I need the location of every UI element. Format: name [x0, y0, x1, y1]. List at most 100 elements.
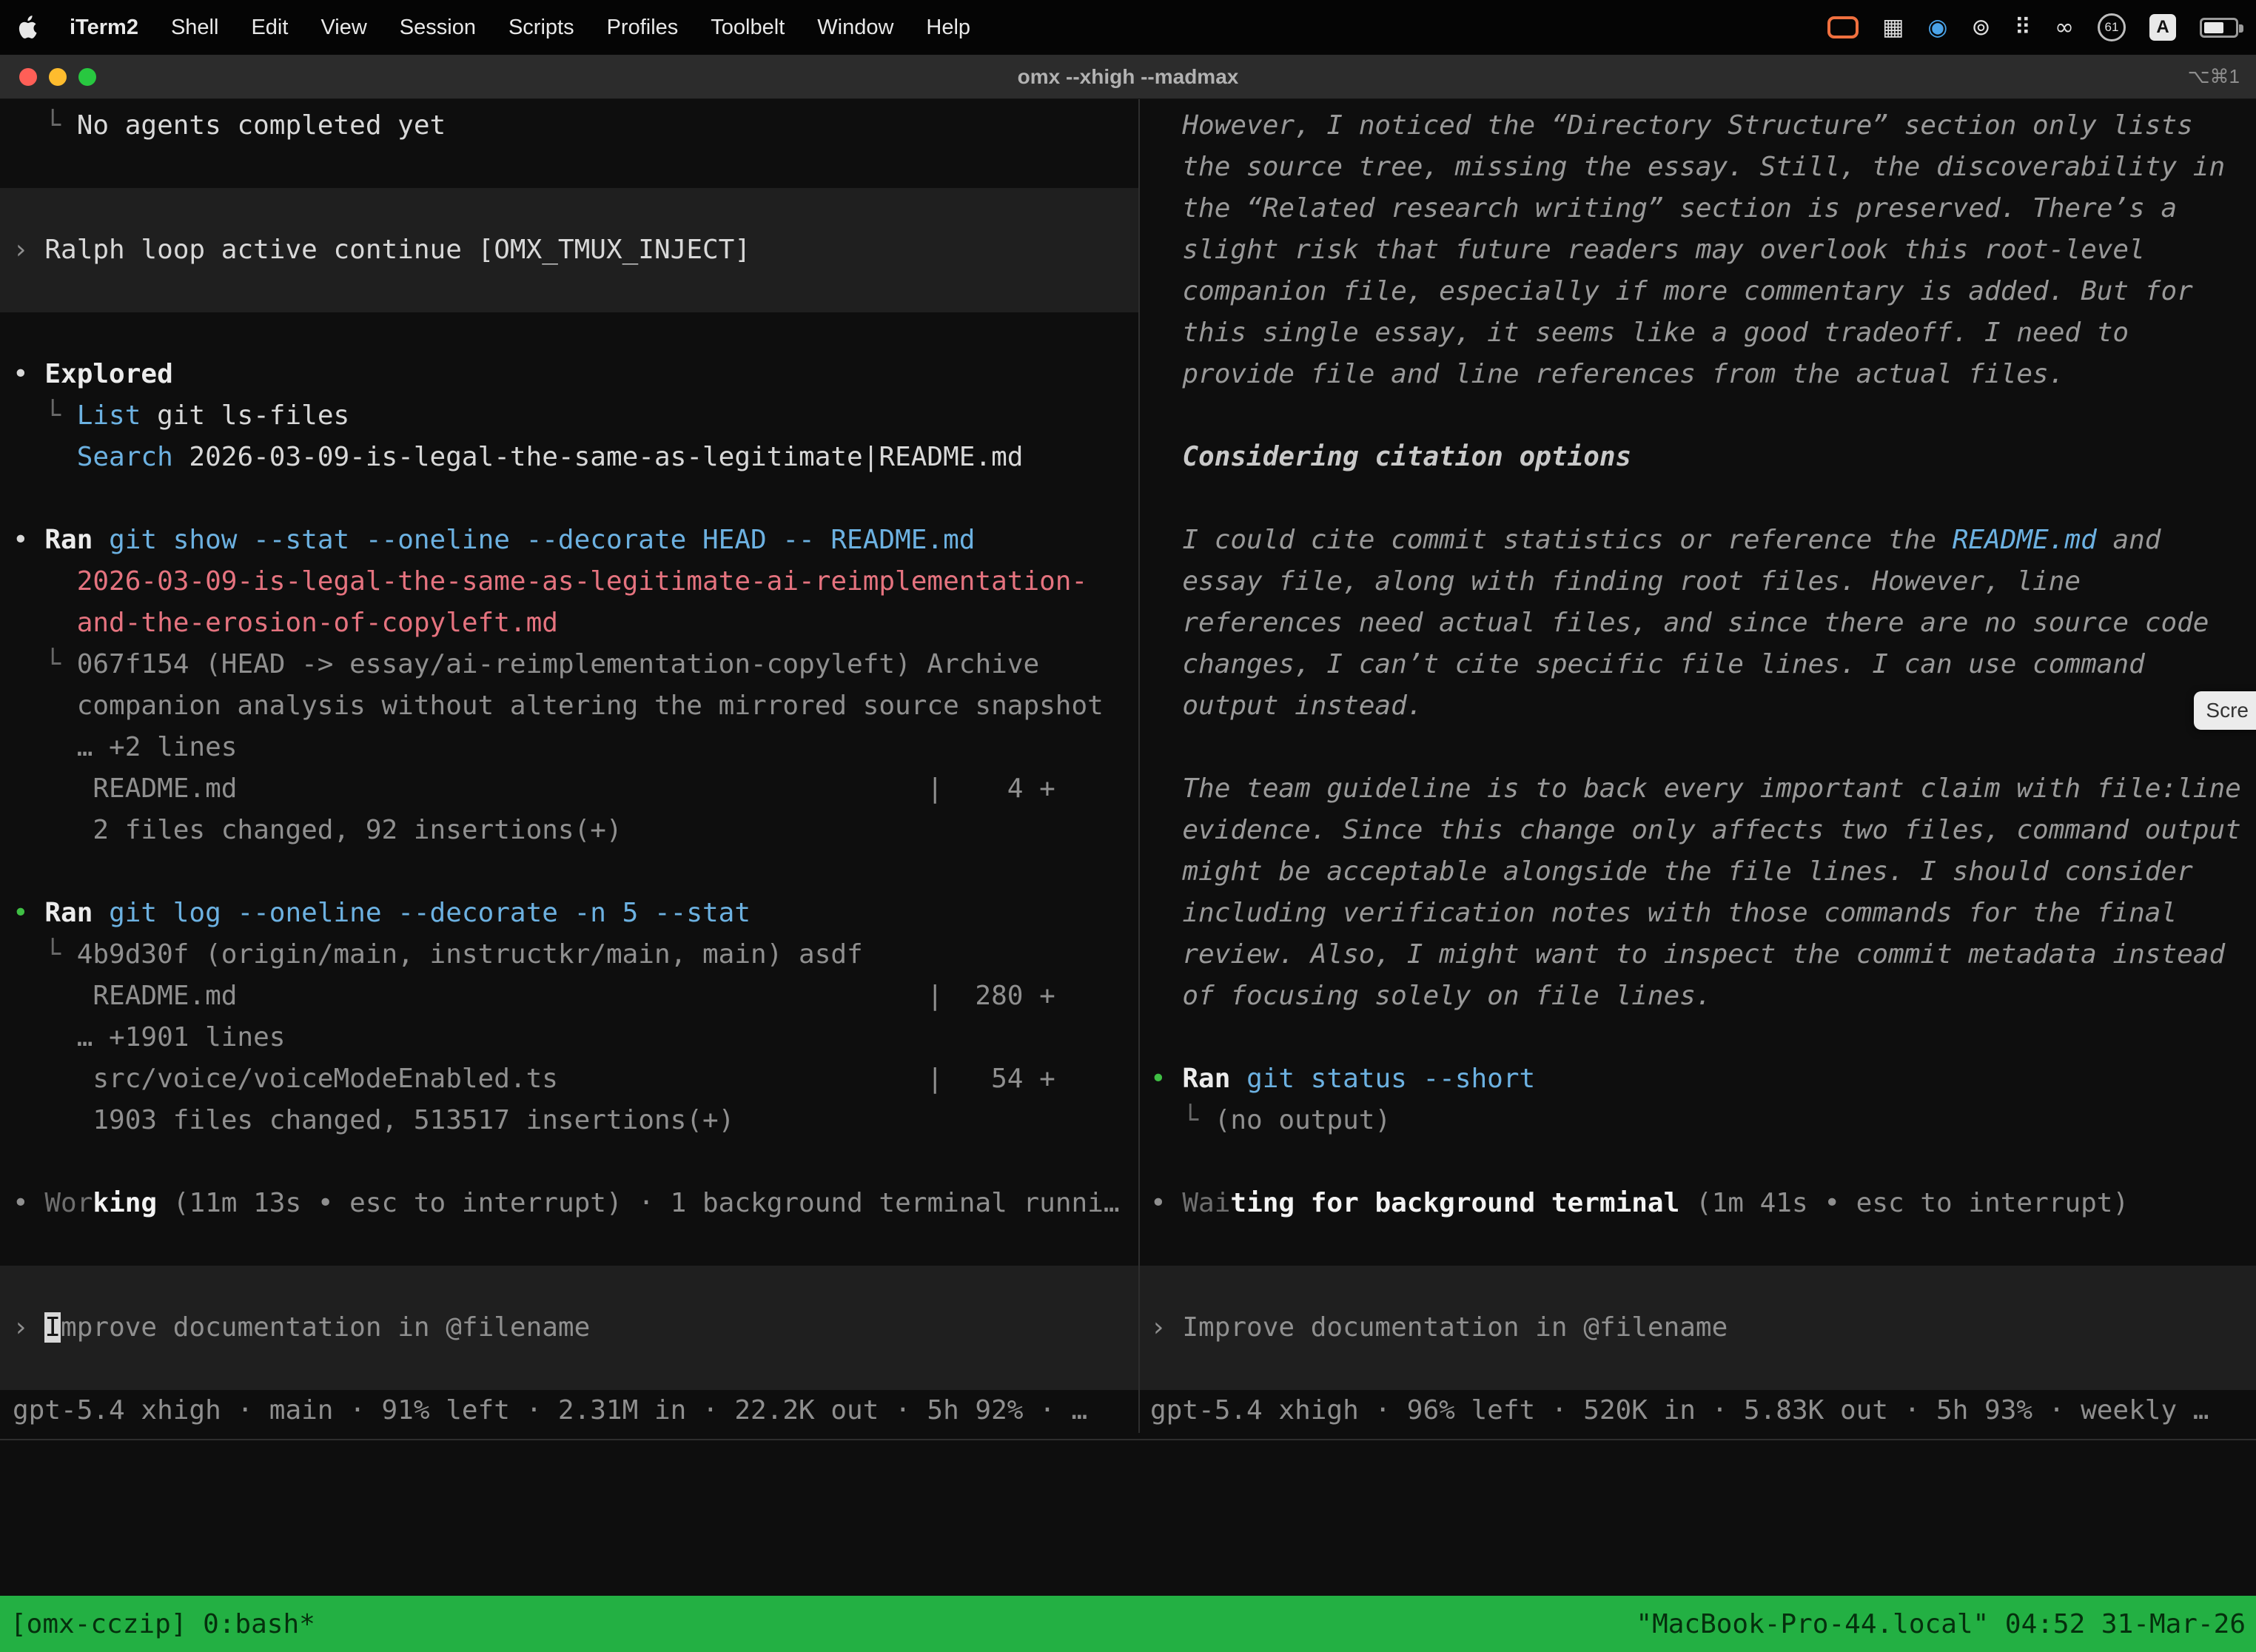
menu-item-session[interactable]: Session — [400, 16, 476, 40]
close-button[interactable] — [19, 68, 37, 86]
text-segment: Wor — [44, 1188, 93, 1218]
loop-app-icon[interactable]: ∞ — [2055, 16, 2074, 39]
text-segment: • — [1150, 1188, 1182, 1218]
text-segment: The team guideline is to back every impo… — [1150, 773, 2241, 804]
text-segment: review. Also, I might want to inspect th… — [1150, 939, 2225, 970]
terminal-blank-line — [0, 147, 1138, 188]
text-segment: 2026-03-09-is-legal-the-same-as-legitima… — [173, 442, 1024, 472]
terminal-blank-line — [1140, 395, 2256, 437]
text-segment: › — [13, 1312, 44, 1343]
terminal-line: … +2 lines — [0, 727, 1138, 768]
terminal-blank-line — [0, 312, 1138, 354]
right-pane[interactable]: However, I noticed the “Directory Struct… — [1140, 99, 2256, 1433]
terminal-line: essay file, along with finding root file… — [1140, 561, 2256, 602]
terminal-blank-line — [1140, 1141, 2256, 1183]
text-segment: └ — [13, 649, 77, 679]
text-segment: No agents completed yet — [77, 110, 446, 141]
dots-grid-icon[interactable]: ⠿ — [2014, 16, 2031, 39]
percent-badge-icon[interactable]: 61 — [2098, 13, 2126, 41]
battery-fill — [2204, 22, 2223, 33]
menu-item-view[interactable]: View — [320, 16, 366, 40]
terminal-line: companion file, especially if more comme… — [1140, 271, 2256, 312]
text-segment: and — [2097, 525, 2161, 555]
text-segment: slight risk that future readers may over… — [1150, 235, 2145, 265]
terminal-line: … +1901 lines — [0, 1017, 1138, 1058]
terminal-line: › Improve documentation in @filename — [1140, 1307, 2256, 1349]
terminal-line: output instead. — [1140, 685, 2256, 727]
text-segment: mprove documentation in @filename — [61, 1312, 590, 1343]
terminal-line: companion analysis without altering the … — [0, 685, 1138, 727]
terminal-line: • Ran git log --oneline --decorate -n 5 … — [0, 893, 1138, 934]
left-pane[interactable]: └ No agents completed yet › Ralph loop ac… — [0, 99, 1138, 1433]
text-segment: • — [13, 898, 44, 928]
text-segment: companion file, especially if more comme… — [1150, 276, 2193, 306]
keyboard-layout-icon[interactable]: A — [2149, 14, 2176, 41]
screen-share-pill[interactable]: Scre — [2194, 691, 2256, 730]
terminal-line: • Ran git status --short — [1140, 1058, 2256, 1100]
prompt-input[interactable]: › Improve documentation in @filename — [1140, 1266, 2256, 1390]
user-message-box: › Ralph loop active continue [OMX_TMUX_I… — [0, 188, 1138, 312]
terminal-line: › Ralph loop active continue [OMX_TMUX_I… — [0, 229, 1138, 271]
text-segment: changes, I can’t cite specific file line… — [1150, 649, 2145, 679]
terminal-line: the “Related research writing” section i… — [1140, 188, 2256, 229]
text-segment: ting for background terminal — [1230, 1188, 1679, 1218]
terminal-line: might be acceptable alongside the file l… — [1140, 851, 2256, 893]
text-segment: › — [13, 235, 44, 265]
text-segment: › Improve documentation in @filename — [1150, 1312, 1728, 1343]
text-segment: 4b9d30f (origin/main, instructkr/main, m… — [77, 939, 863, 970]
menu-item-toolbelt[interactable]: Toolbelt — [711, 16, 785, 40]
text-segment: • — [1150, 1064, 1182, 1094]
text-segment: README.md — [1953, 525, 2097, 555]
text-segment: Ralph loop active continue [OMX_TMUX_INJ… — [44, 235, 751, 265]
text-segment: (11m 13s • esc to interrupt) · 1 backgro… — [157, 1188, 1119, 1218]
terminal-blank-line — [1140, 1224, 2256, 1266]
terminal-line: slight risk that future readers may over… — [1140, 229, 2256, 271]
menu-item-edit[interactable]: Edit — [251, 16, 288, 40]
window-shortcut-badge: ⌥⌘1 — [2188, 65, 2240, 88]
text-segment: the “Related research writing” section i… — [1150, 193, 2177, 224]
minimize-button[interactable] — [49, 68, 67, 86]
menu-item-profiles[interactable]: Profiles — [607, 16, 679, 40]
menu-item-iterm2[interactable]: iTerm2 — [70, 16, 138, 40]
text-segment: king — [93, 1188, 157, 1218]
zoom-button[interactable] — [78, 68, 96, 86]
screen-recording-indicator-icon[interactable] — [1827, 16, 1859, 38]
text-segment: Search — [77, 442, 173, 472]
dark-swirl-app-icon[interactable]: ⊚ — [1971, 16, 1990, 39]
menu-item-help[interactable]: Help — [926, 16, 970, 40]
prompt-input[interactable]: › Improve documentation in @filename — [0, 1266, 1138, 1390]
text-segment: └ — [1150, 1105, 1215, 1135]
terminal-line: └ 067f154 (HEAD -> essay/ai-reimplementa… — [0, 644, 1138, 685]
terminal-line: README.md | 280 + — [0, 976, 1138, 1017]
terminal-line: 1903 files changed, 513517 insertions(+) — [0, 1100, 1138, 1141]
window-titlebar[interactable]: omx --xhigh --madmax ⌥⌘1 — [0, 55, 2256, 99]
text-segment: gpt-5.4 xhigh · main · 91% left · 2.31M … — [13, 1395, 1087, 1426]
grid-app-icon[interactable]: ▦ — [1882, 16, 1904, 39]
terminal-line: └ No agents completed yet — [0, 105, 1138, 147]
text-segment: this single essay, it seems like a good … — [1150, 318, 2129, 348]
apple-menu-icon[interactable] — [18, 16, 37, 39]
menu-item-shell[interactable]: Shell — [171, 16, 219, 40]
terminal-line: README.md | 4 + — [0, 768, 1138, 810]
horizontal-separator — [0, 1439, 2256, 1440]
battery-icon[interactable] — [2200, 18, 2238, 38]
text-segment: (no output) — [1215, 1105, 1391, 1135]
macos-menubar: iTerm2 Shell Edit View Session Scripts P… — [0, 0, 2256, 55]
terminal-line: including verification notes with those … — [1140, 893, 2256, 934]
text-segment: … +1901 lines — [13, 1022, 285, 1052]
text-segment: 2026-03-09-is-legal-the-same-as-legitima… — [13, 566, 1087, 597]
text-segment: Ran — [44, 525, 93, 555]
tmux-session-window: [omx-cczip] 0:bash* — [10, 1609, 315, 1639]
text-segment: git log --oneline --decorate -n 5 --stat — [93, 898, 751, 928]
text-segment: List — [77, 400, 141, 431]
blue-app-icon[interactable]: ◉ — [1927, 16, 1947, 39]
text-cursor: I — [44, 1312, 61, 1343]
menu-item-scripts[interactable]: Scripts — [508, 16, 574, 40]
menu-item-window[interactable]: Window — [817, 16, 893, 40]
text-segment: provide file and line references from th… — [1150, 359, 2064, 389]
text-segment: Considering citation options — [1150, 442, 1631, 472]
terminal-line: references need actual files, and since … — [1140, 602, 2256, 644]
terminal-line: src/voice/voiceModeEnabled.ts | 54 + — [0, 1058, 1138, 1100]
tmux-status-bar: [omx-cczip] 0:bash* "MacBook-Pro-44.loca… — [0, 1596, 2256, 1652]
terminal-line: gpt-5.4 xhigh · main · 91% left · 2.31M … — [0, 1390, 1138, 1431]
